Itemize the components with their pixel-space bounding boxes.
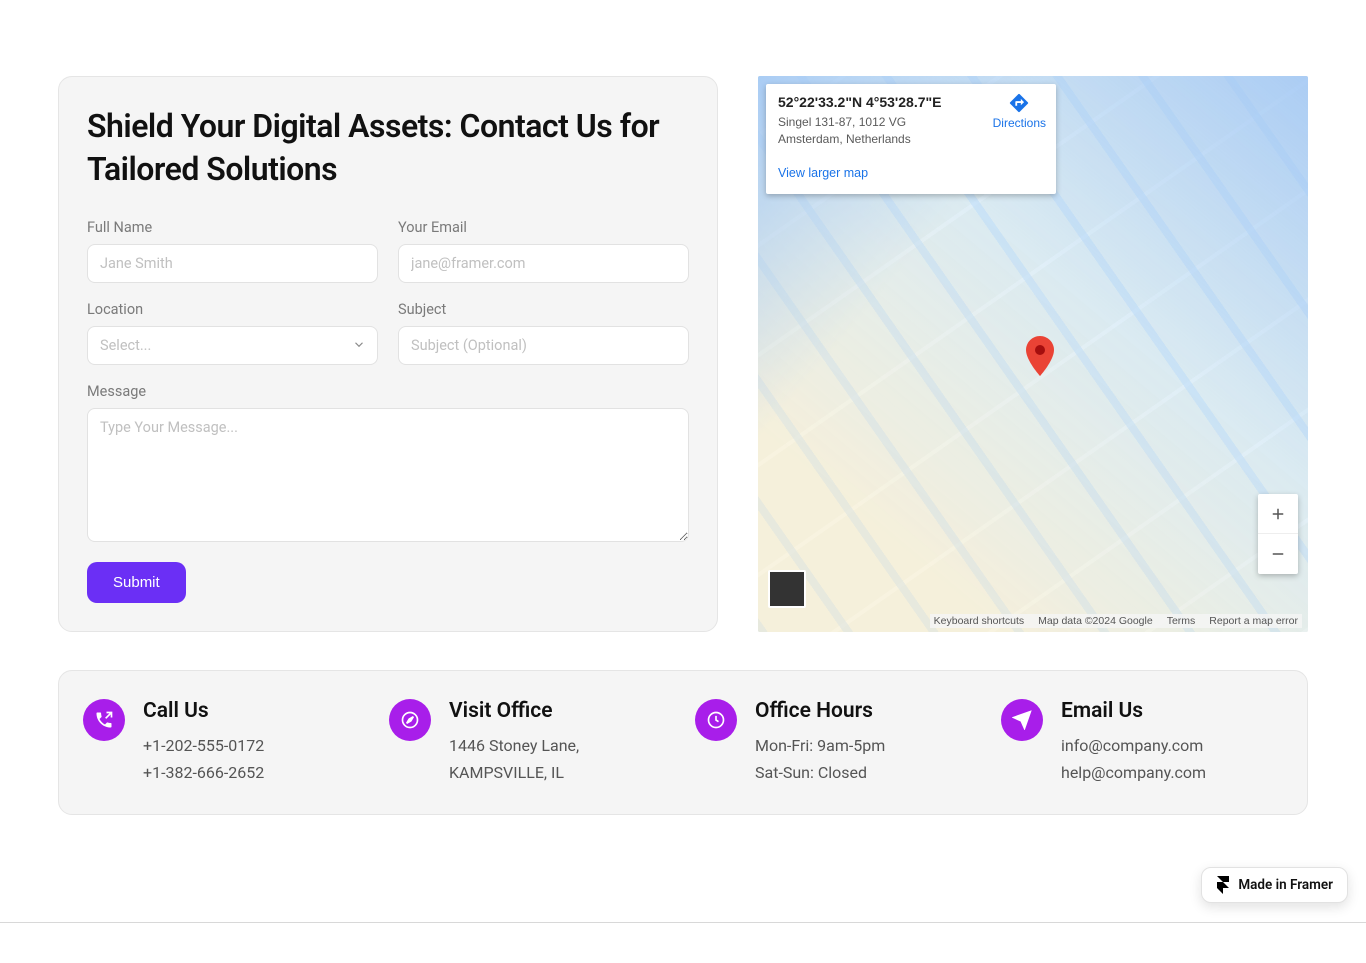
contact-email: Email Us info@company.com help@company.c… <box>1001 699 1283 786</box>
contact-visit: Visit Office 1446 Stoney Lane, KAMPSVILL… <box>389 699 671 786</box>
map-directions-button[interactable]: Directions <box>993 92 1046 130</box>
visit-address-1: 1446 Stoney Lane, <box>449 733 579 759</box>
hours-heading: Office Hours <box>755 699 885 723</box>
subject-input[interactable] <box>398 326 689 365</box>
contact-strip: Call Us +1-202-555-0172 +1-382-666-2652 … <box>58 670 1308 815</box>
location-label: Location <box>87 301 378 318</box>
email-label: Your Email <box>398 219 689 236</box>
divider <box>0 922 1366 923</box>
page-title: Shield Your Digital Assets: Contact Us f… <box>87 105 689 191</box>
contact-hours: Office Hours Mon-Fri: 9am-5pm Sat-Sun: C… <box>695 699 977 786</box>
fullname-label: Full Name <box>87 219 378 236</box>
minus-icon <box>1269 545 1287 563</box>
map-data-label: Map data ©2024 Google <box>1038 615 1153 627</box>
report-map-error-link[interactable]: Report a map error <box>1209 615 1298 627</box>
zoom-control <box>1258 494 1298 574</box>
zoom-out-button[interactable] <box>1258 534 1298 574</box>
contact-call: Call Us +1-202-555-0172 +1-382-666-2652 <box>83 699 365 786</box>
clock-icon <box>695 699 737 741</box>
framer-badge-label: Made in Framer <box>1238 877 1333 893</box>
location-select[interactable]: Select... <box>87 326 378 365</box>
terms-link[interactable]: Terms <box>1167 615 1196 627</box>
call-phone-2: +1-382-666-2652 <box>143 760 264 786</box>
map-pin-icon <box>1026 336 1054 380</box>
map-panel[interactable]: 52°22'33.2"N 4°53'28.7"E Singel 131-87, … <box>758 76 1308 632</box>
email-line-2: help@company.com <box>1061 760 1206 786</box>
visit-address-2: KAMPSVILLE, IL <box>449 760 579 786</box>
directions-label: Directions <box>993 116 1046 130</box>
directions-icon <box>1008 92 1030 114</box>
framer-badge[interactable]: Made in Framer <box>1201 867 1348 903</box>
hours-line-2: Sat-Sun: Closed <box>755 760 885 786</box>
compass-icon <box>389 699 431 741</box>
contact-form-card: Shield Your Digital Assets: Contact Us f… <box>58 76 718 632</box>
plus-icon <box>1269 505 1287 523</box>
fullname-input[interactable] <box>87 244 378 283</box>
email-heading: Email Us <box>1061 699 1206 723</box>
subject-label: Subject <box>398 301 689 318</box>
visit-heading: Visit Office <box>449 699 579 723</box>
map-address: Singel 131-87, 1012 VG Amsterdam, Nether… <box>778 114 968 148</box>
map-info-card: 52°22'33.2"N 4°53'28.7"E Singel 131-87, … <box>766 84 1056 194</box>
send-icon <box>1001 699 1043 741</box>
submit-button[interactable]: Submit <box>87 562 186 603</box>
zoom-in-button[interactable] <box>1258 494 1298 534</box>
call-phone-1: +1-202-555-0172 <box>143 733 264 759</box>
keyboard-shortcuts-link[interactable]: Keyboard shortcuts <box>934 615 1024 627</box>
satellite-toggle[interactable] <box>768 570 806 608</box>
map-footer: Keyboard shortcuts Map data ©2024 Google… <box>930 614 1302 628</box>
view-larger-map-link[interactable]: View larger map <box>778 166 868 180</box>
email-input[interactable] <box>398 244 689 283</box>
hours-line-1: Mon-Fri: 9am-5pm <box>755 733 885 759</box>
email-line-1: info@company.com <box>1061 733 1206 759</box>
call-heading: Call Us <box>143 699 264 723</box>
message-label: Message <box>87 383 689 400</box>
message-textarea[interactable] <box>87 408 689 542</box>
framer-logo-icon <box>1216 876 1230 894</box>
phone-icon <box>83 699 125 741</box>
